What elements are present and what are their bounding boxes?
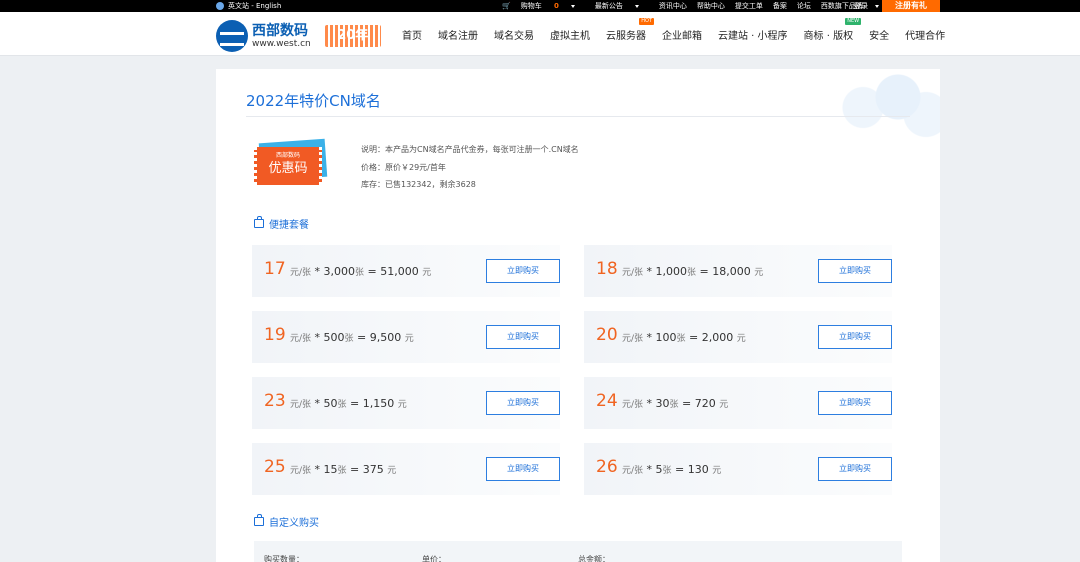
custom-qty-label: 购买数量： (264, 555, 304, 562)
package-price: 25 (264, 457, 286, 477)
package-card: 23 元/张 * 50张 = 1,150 元 立即购买 (252, 377, 560, 429)
site-logo[interactable]: 西部数码 www.west.cn 20年 (216, 20, 381, 52)
product-description: 说明：本产品为CN域名产品代金券，每张可注册一个.CN域名 (361, 145, 579, 154)
package-price: 19 (264, 325, 286, 345)
announcements-label: 最新公告 (594, 2, 623, 10)
nav-trademark[interactable]: 商标 · 版权 NEW (803, 17, 862, 42)
product-card: 2022年特价CN域名 西部数码 优惠码 说明：本产品为CN域名产品代金券，每张… (216, 69, 940, 562)
package-price: 17 (264, 259, 286, 279)
package-calc: 元/张 * 500张 = 9,500 元 (290, 331, 414, 344)
nav-domain-trade[interactable]: 域名交易 (494, 27, 534, 42)
anniversary-badge: 20年 (324, 25, 381, 47)
custom-purchase-bar: 购买数量： 单价： 总金额： (254, 541, 902, 562)
hot-badge: HOT (639, 17, 654, 25)
package-price: 20 (596, 325, 618, 345)
logo-icon (216, 20, 248, 52)
custom-purchase-heading: 自定义购买 (254, 514, 319, 529)
package-card: 17 元/张 * 3,000张 = 51,000 元 立即购买 (252, 245, 560, 297)
package-calc: 元/张 * 30张 = 720 元 (622, 397, 729, 410)
buy-now-button[interactable]: 立即购买 (486, 259, 560, 283)
quick-packages-heading: 便捷套餐 (254, 216, 309, 231)
nav-agent[interactable]: 代理合作 (905, 27, 945, 42)
buy-now-button[interactable]: 立即购买 (486, 391, 560, 415)
package-card: 25 元/张 * 15张 = 375 元 立即购买 (252, 443, 560, 495)
package-calc: 元/张 * 15张 = 375 元 (290, 463, 397, 476)
cart-icon: 🛒 (502, 2, 511, 10)
coupon-brand: 西部数码 (275, 152, 300, 159)
buy-now-button[interactable]: 立即购买 (486, 457, 560, 481)
nav-cloud-server-label: 云服务器 (606, 30, 646, 42)
cart-label: 购物车 (520, 2, 542, 10)
buy-now-button[interactable]: 立即购买 (818, 325, 892, 349)
nav-domain-register[interactable]: 域名注册 (438, 27, 478, 42)
nav-trademark-label: 商标 · 版权 (803, 30, 854, 42)
register-button[interactable]: 注册有礼 (882, 0, 940, 12)
page-title: 2022年特价CN域名 (246, 92, 381, 110)
package-price: 24 (596, 391, 618, 411)
login-link[interactable]: 登录 (854, 0, 868, 12)
package-calc: 元/张 * 1,000张 = 18,000 元 (622, 265, 764, 278)
chevron-down-icon (570, 4, 575, 8)
package-card: 19 元/张 * 500张 = 9,500 元 立即购买 (252, 311, 560, 363)
cloud-decoration (800, 69, 940, 139)
bag-icon (254, 514, 264, 526)
filing-link[interactable]: 备案 (773, 0, 787, 12)
package-calc: 元/张 * 50张 = 1,150 元 (290, 397, 407, 410)
help-link[interactable]: 帮助中心 (697, 0, 725, 12)
main-nav: 首页 域名注册 域名交易 虚拟主机 云服务器 HOT 企业邮箱 云建站 · 小程序… (402, 12, 945, 56)
cart-count: 0 (553, 2, 559, 10)
logo-name: 西部数码 (252, 23, 308, 39)
nav-virtual-host[interactable]: 虚拟主机 (550, 27, 590, 42)
package-calc: 元/张 * 3,000张 = 51,000 元 (290, 265, 432, 278)
globe-icon (216, 2, 224, 10)
product-info: 说明：本产品为CN域名产品代金券，每张可注册一个.CN域名 价格：原价￥29元/… (361, 141, 579, 194)
nav-home[interactable]: 首页 (402, 27, 422, 42)
announcements-menu[interactable]: 最新公告 (595, 0, 649, 12)
nav-site-builder[interactable]: 云建站 · 小程序 (718, 27, 788, 42)
package-price: 23 (264, 391, 286, 411)
buy-now-button[interactable]: 立即购买 (818, 259, 892, 283)
chevron-down-icon (874, 4, 879, 8)
title-divider (246, 116, 910, 117)
package-card: 26 元/张 * 5张 = 130 元 立即购买 (584, 443, 892, 495)
buy-now-button[interactable]: 立即购买 (818, 457, 892, 481)
package-price: 26 (596, 457, 618, 477)
buy-now-button[interactable]: 立即购买 (818, 391, 892, 415)
buy-now-button[interactable]: 立即购买 (486, 325, 560, 349)
package-price: 18 (596, 259, 618, 279)
nav-security[interactable]: 安全 (869, 27, 889, 42)
package-calc: 元/张 * 5张 = 130 元 (622, 463, 722, 476)
bag-icon (254, 216, 264, 228)
coupon-label: 优惠码 (268, 161, 308, 176)
chevron-down-icon (634, 4, 639, 8)
coupon-image: 西部数码 优惠码 (254, 138, 328, 185)
language-link[interactable]: 英文站 - English (228, 0, 281, 12)
custom-unit-label: 单价： (422, 555, 446, 562)
custom-total-label: 总金额： (578, 555, 610, 562)
package-calc: 元/张 * 100张 = 2,000 元 (622, 331, 746, 344)
package-card: 24 元/张 * 30张 = 720 元 立即购买 (584, 377, 892, 429)
logo-domain: www.west.cn (252, 39, 311, 49)
ticket-link[interactable]: 提交工单 (735, 0, 763, 12)
custom-purchase-title: 自定义购买 (269, 518, 319, 529)
forum-link[interactable]: 论坛 (797, 0, 811, 12)
package-card: 20 元/张 * 100张 = 2,000 元 立即购买 (584, 311, 892, 363)
package-card: 18 元/张 * 1,000张 = 18,000 元 立即购买 (584, 245, 892, 297)
product-price: 价格：原价￥29元/首年 (361, 162, 446, 172)
top-bar: 英文站 - English 🛒 购物车 0 最新公告 资讯中心 帮助中心 提交工单… (0, 0, 1080, 12)
new-badge: NEW (845, 17, 862, 25)
quick-packages-title: 便捷套餐 (269, 220, 309, 231)
news-link[interactable]: 资讯中心 (659, 0, 687, 12)
cart-link[interactable]: 🛒 购物车 0 (502, 0, 585, 12)
main-header: 西部数码 www.west.cn 20年 首页 域名注册 域名交易 虚拟主机 云… (0, 12, 1080, 56)
nav-cloud-server[interactable]: 云服务器 HOT (606, 17, 654, 42)
nav-enterprise-mail[interactable]: 企业邮箱 (662, 27, 702, 42)
product-stock: 库存：已售132342，剩余3628 (361, 180, 476, 189)
